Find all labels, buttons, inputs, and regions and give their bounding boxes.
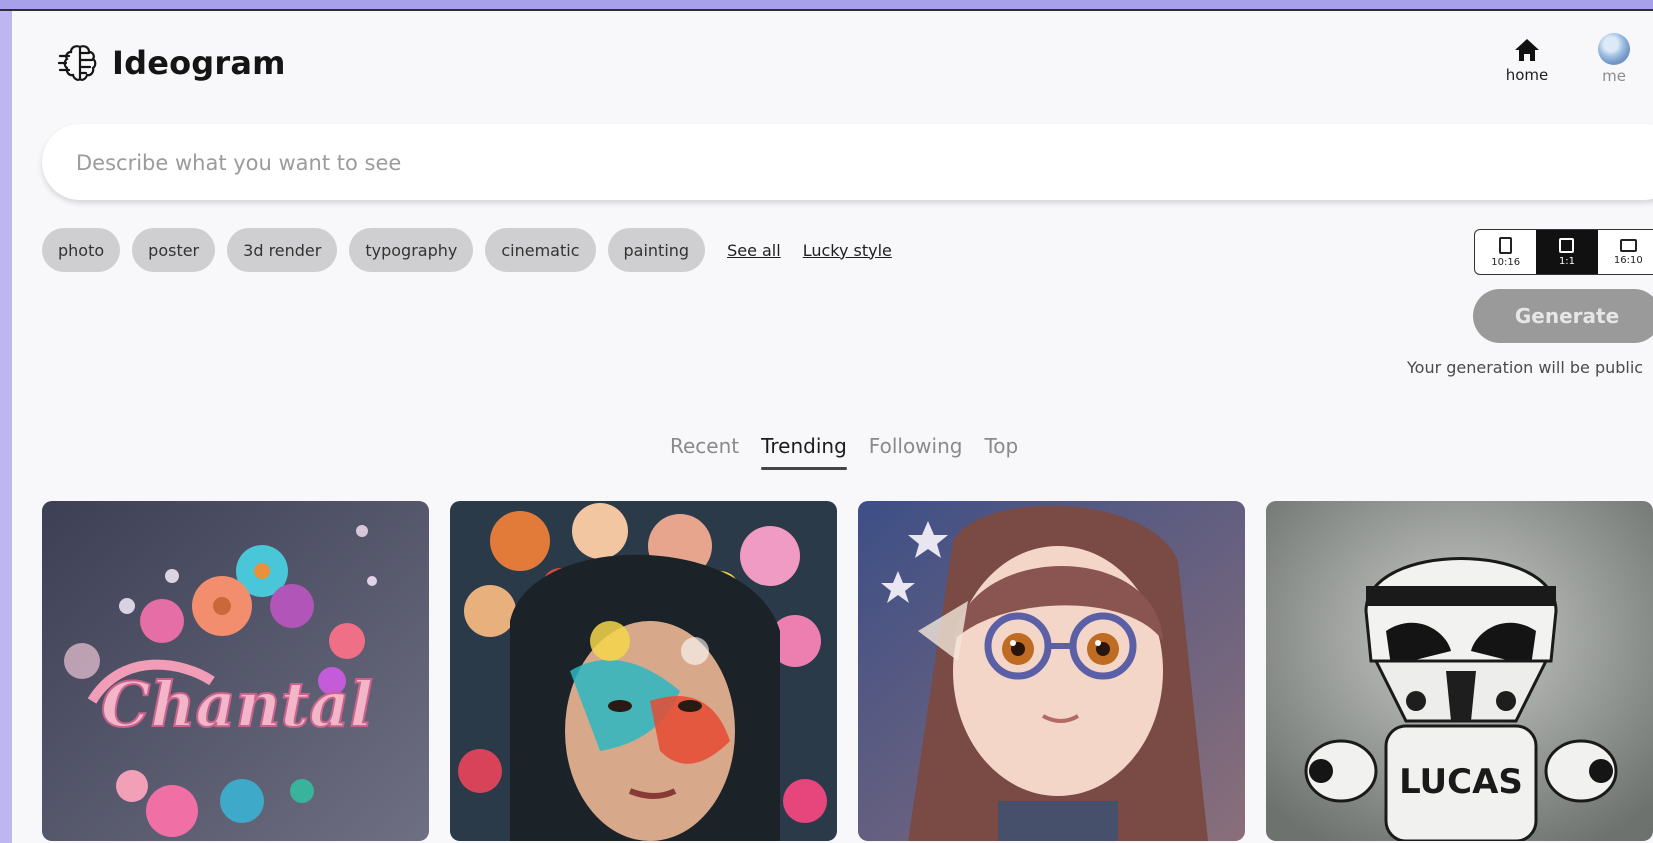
style-chip-poster[interactable]: poster [132, 228, 216, 272]
aspect-ratio-1-1[interactable]: 1:1 [1536, 230, 1598, 274]
prompt-box [42, 124, 1653, 202]
image-grid: Chantal LUCAS [42, 501, 1653, 841]
aspect-ratio-10-16[interactable]: 10:16 [1475, 230, 1536, 274]
app-logo[interactable]: Ideogram [58, 41, 286, 85]
app-name: Ideogram [112, 44, 286, 82]
home-icon [1515, 39, 1539, 61]
style-chips: photo poster 3d render typography cinema… [42, 228, 892, 272]
public-notice: Your generation will be public [1407, 358, 1644, 377]
lucky-style-link[interactable]: Lucky style [803, 241, 892, 260]
brain-icon [58, 45, 97, 81]
app-window: Ideogram home me photo poster 3d render … [12, 11, 1653, 843]
portrait-icon [1499, 236, 1513, 254]
tab-recent[interactable]: Recent [670, 434, 739, 470]
aspect-ratio-label: 1:1 [1558, 255, 1576, 267]
style-chip-cinematic[interactable]: cinematic [485, 228, 596, 272]
style-chip-3d-render[interactable]: 3d render [227, 228, 338, 272]
tab-trending[interactable]: Trending [761, 434, 847, 470]
card-text: Chantal [101, 668, 373, 741]
nav-home-label: home [1505, 66, 1549, 84]
tab-following[interactable]: Following [869, 434, 963, 470]
card-text: LUCAS [1399, 762, 1523, 802]
generate-button[interactable]: Generate [1473, 289, 1653, 343]
style-chip-photo[interactable]: photo [42, 228, 121, 272]
aspect-ratio-label: 16:10 [1613, 254, 1643, 266]
image-thumbnail: LUCAS [1266, 501, 1653, 841]
tab-top[interactable]: Top [984, 434, 1018, 470]
image-card[interactable]: LUCAS [1266, 501, 1653, 841]
image-card[interactable] [450, 501, 837, 841]
avatar [1598, 33, 1630, 65]
landscape-icon [1619, 238, 1637, 252]
nav-home[interactable]: home [1492, 37, 1562, 84]
image-card[interactable] [858, 501, 1245, 841]
feed-tabs: Recent Trending Following Top [670, 434, 1018, 470]
nav-me[interactable]: me [1584, 33, 1644, 85]
image-thumbnail: Chantal [42, 501, 429, 841]
style-chip-typography[interactable]: typography [349, 228, 474, 272]
image-thumbnail [450, 501, 837, 841]
see-all-link[interactable]: See all [727, 241, 781, 260]
square-icon [1559, 237, 1575, 253]
window-top-border [0, 0, 1653, 11]
aspect-ratio-16-10[interactable]: 16:10 [1598, 230, 1653, 274]
aspect-ratio-selector: 10:16 1:1 16:10 [1474, 229, 1653, 275]
image-thumbnail [858, 501, 1245, 841]
aspect-ratio-label: 10:16 [1491, 256, 1521, 268]
prompt-input[interactable] [74, 124, 1478, 202]
image-card[interactable]: Chantal [42, 501, 429, 841]
style-chip-painting[interactable]: painting [607, 228, 706, 272]
nav-me-label: me [1602, 67, 1626, 85]
